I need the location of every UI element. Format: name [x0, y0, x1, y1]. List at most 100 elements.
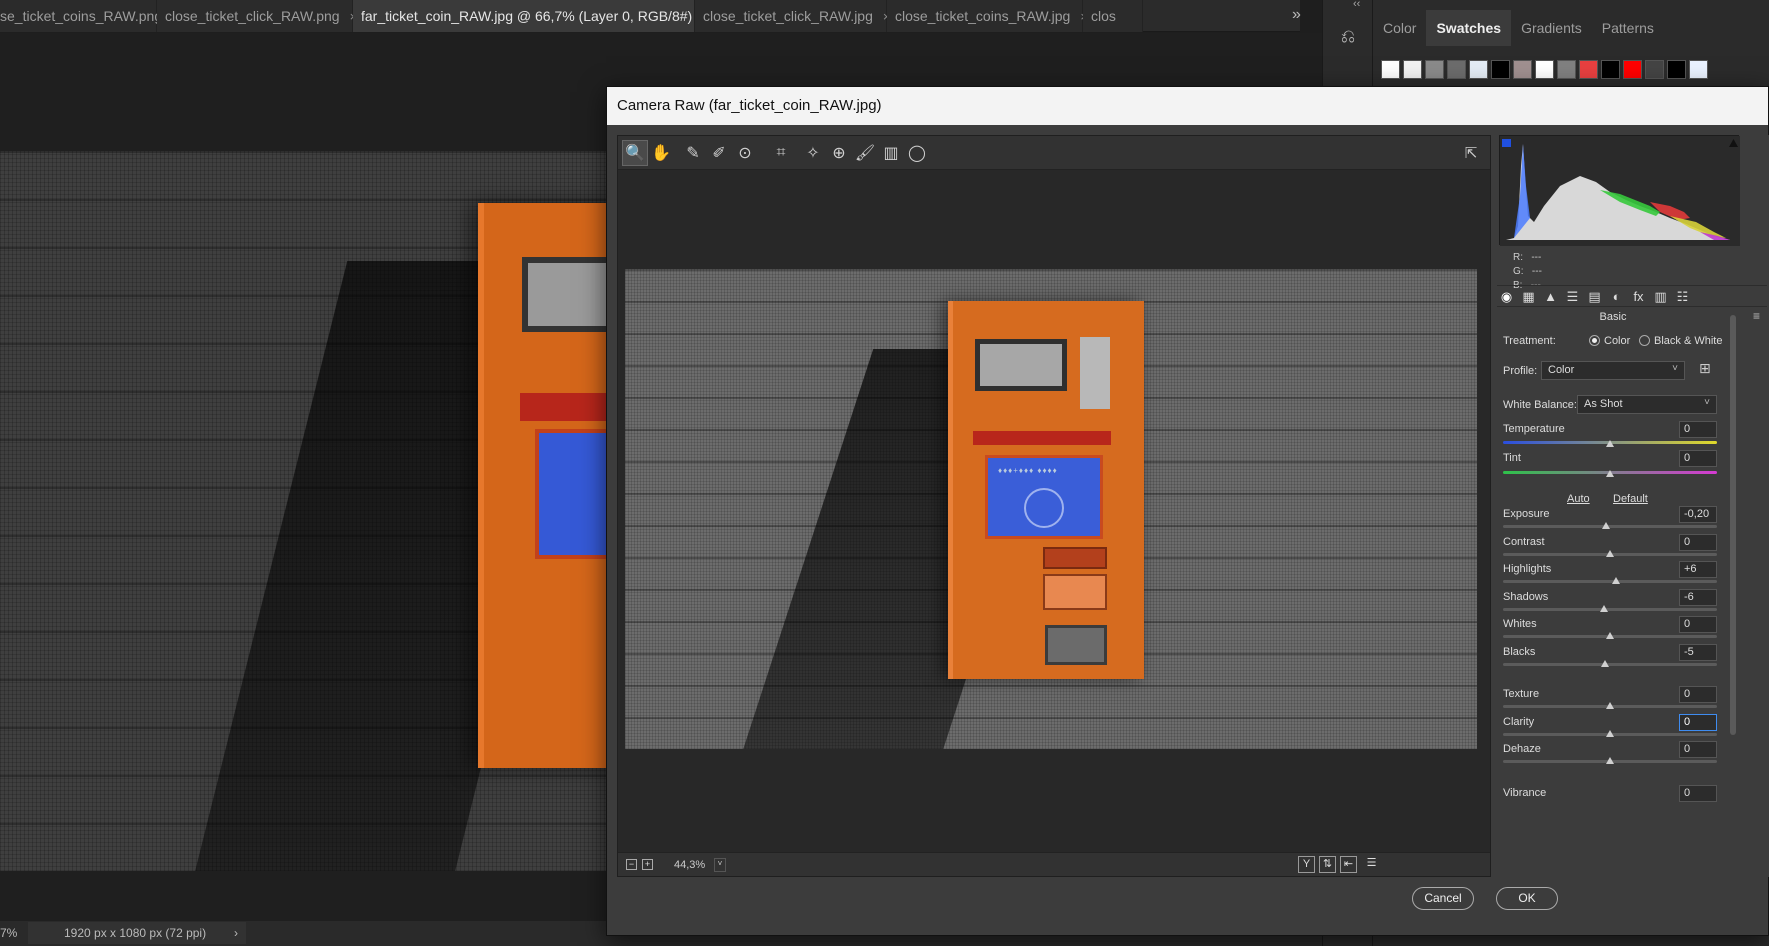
zoom-level[interactable]: 44,3%	[674, 859, 705, 871]
shadows-slider[interactable]	[1503, 607, 1717, 611]
copy-settings-button[interactable]: ⇤	[1340, 856, 1357, 873]
targeted-adjustment-tool-icon[interactable]: ⊙	[732, 140, 758, 166]
effects-panel-icon[interactable]: fx	[1629, 289, 1648, 306]
chevron-right-icon[interactable]: ›	[234, 926, 238, 940]
color-swatch[interactable]	[1513, 60, 1532, 79]
cancel-button[interactable]: Cancel	[1412, 887, 1474, 910]
ok-button[interactable]: OK	[1496, 887, 1558, 910]
radial-filter-tool-icon[interactable]: ◯	[904, 140, 930, 166]
color-swatch[interactable]	[1469, 60, 1488, 79]
panel-tab-gradients[interactable]: Gradients	[1511, 10, 1592, 46]
blacks-slider-thumb[interactable]	[1600, 659, 1609, 667]
color-swatch[interactable]	[1491, 60, 1510, 79]
adjustment-brush-tool-icon[interactable]: 🖌	[852, 140, 878, 166]
hand-tool-icon[interactable]: ✋	[648, 140, 674, 166]
color-swatch[interactable]	[1535, 60, 1554, 79]
spot-removal-tool-icon[interactable]: ✧	[800, 140, 826, 166]
texture-slider-thumb[interactable]	[1606, 702, 1614, 709]
treatment-color-radio[interactable]: Color	[1589, 335, 1630, 347]
red-eye-tool-icon[interactable]: ⊕	[826, 140, 852, 166]
clarity-value[interactable]: 0	[1679, 713, 1717, 731]
color-swatch[interactable]	[1645, 60, 1664, 79]
preview-image[interactable]: ♦♦♦+♦♦♦ ♦♦♦♦	[625, 269, 1477, 749]
color-swatch[interactable]	[1623, 60, 1642, 79]
calibration-panel-icon[interactable]: ▥	[1651, 289, 1670, 306]
zoom-tool-icon[interactable]: 🔍	[622, 140, 648, 166]
before-after-toggle-button[interactable]: Y	[1298, 856, 1315, 873]
highlights-value[interactable]: +6	[1679, 561, 1717, 578]
exposure-value[interactable]: -0,20	[1679, 506, 1717, 523]
collapse-panels-icon[interactable]: ‹‹	[1353, 0, 1360, 10]
contrast-slider-thumb[interactable]	[1606, 549, 1614, 557]
exposure-slider-thumb[interactable]	[1601, 522, 1610, 529]
whites-slider-thumb[interactable]	[1606, 632, 1614, 639]
presets-panel-icon[interactable]: ☷	[1673, 289, 1692, 306]
document-tab[interactable]: far_ticket_coin_RAW.jpg @ 66,7% (Layer 0…	[353, 0, 719, 32]
blacks-value[interactable]: -5	[1679, 643, 1717, 661]
more-tabs-icon[interactable]: »	[1292, 6, 1301, 24]
color-swatch[interactable]	[1381, 60, 1400, 79]
exposure-slider[interactable]	[1503, 525, 1717, 528]
default-link[interactable]: Default	[1613, 493, 1648, 505]
profile-browser-icon[interactable]: ⊞	[1699, 361, 1717, 377]
open-preferences-icon[interactable]: ⇱	[1458, 140, 1484, 166]
color-swatch[interactable]	[1557, 60, 1576, 79]
contrast-value[interactable]: 0	[1679, 533, 1717, 551]
temperature-slider-thumb[interactable]	[1606, 440, 1614, 447]
white-balance-select[interactable]: As Shot ˅	[1577, 395, 1717, 414]
tint-slider-thumb[interactable]	[1606, 470, 1614, 477]
panel-scrollbar-thumb[interactable]	[1730, 315, 1736, 735]
color-swatch[interactable]	[1447, 60, 1466, 79]
panel-menu-icon[interactable]: ≡	[1753, 309, 1760, 323]
panel-tab-swatches[interactable]: Swatches	[1426, 10, 1512, 46]
status-doc-info[interactable]: 1920 px x 1080 px (72 ppi) ›	[28, 922, 246, 944]
temperature-value[interactable]: 0	[1679, 421, 1717, 438]
treatment-bw-radio[interactable]: Black & White	[1639, 335, 1722, 347]
color-swatch[interactable]	[1689, 60, 1708, 79]
auto-link[interactable]: Auto	[1567, 493, 1590, 505]
hsl-panel-icon[interactable]: ☰	[1563, 289, 1582, 306]
blacks-slider[interactable]	[1503, 662, 1717, 666]
preview-settings-icon[interactable]: ☰	[1363, 856, 1380, 873]
color-sampler-tool-icon[interactable]: ✐	[706, 140, 732, 166]
document-tab[interactable]: close_ticket_coins_RAW.jpg×	[887, 0, 1088, 32]
color-swatch[interactable]	[1425, 60, 1444, 79]
shadows-slider-thumb[interactable]	[1599, 604, 1608, 612]
status-zoom[interactable]: 7%	[0, 926, 20, 940]
zoom-out-button[interactable]: −	[626, 859, 637, 870]
color-swatch[interactable]	[1579, 60, 1598, 79]
tint-value[interactable]: 0	[1679, 450, 1717, 467]
split-toning-panel-icon[interactable]: ▤	[1585, 289, 1604, 306]
shadow-clipping-indicator[interactable]	[1502, 139, 1511, 147]
vibrance-value[interactable]: 0	[1679, 785, 1717, 802]
detail-panel-icon[interactable]: ▲	[1541, 289, 1560, 306]
whites-value[interactable]: 0	[1679, 616, 1717, 633]
history-panel-icon[interactable]: ⎌	[1333, 26, 1363, 56]
swap-settings-button[interactable]: ⇅	[1319, 856, 1336, 873]
dehaze-slider-thumb[interactable]	[1606, 757, 1614, 764]
profile-select[interactable]: Color ˅	[1541, 361, 1685, 380]
panel-tab-patterns[interactable]: Patterns	[1592, 10, 1664, 46]
highlights-slider-thumb[interactable]	[1612, 577, 1621, 584]
texture-value[interactable]: 0	[1679, 686, 1717, 703]
clarity-slider-thumb[interactable]	[1606, 729, 1614, 737]
zoom-dropdown-icon[interactable]: ˅	[714, 858, 726, 872]
zoom-in-button[interactable]: +	[642, 859, 653, 870]
document-tab[interactable]: clos	[1083, 0, 1143, 32]
crop-tool-icon[interactable]: ⌗	[768, 140, 794, 166]
color-swatch[interactable]	[1601, 60, 1620, 79]
dehaze-value[interactable]: 0	[1679, 741, 1717, 758]
graduated-filter-tool-icon[interactable]: ▥	[878, 140, 904, 166]
document-tab[interactable]: close_ticket_click_RAW.jpg×	[695, 0, 890, 32]
color-swatch[interactable]	[1403, 60, 1422, 79]
panel-tab-color[interactable]: Color	[1373, 10, 1426, 46]
tone-curve-panel-icon[interactable]: ▦	[1519, 289, 1538, 306]
document-tab[interactable]: close_ticket_click_RAW.png×	[157, 0, 357, 32]
document-tab[interactable]: se_ticket_coins_RAW.png×	[0, 0, 180, 32]
white-balance-tool-icon[interactable]: ✎	[680, 140, 706, 166]
lens-corrections-panel-icon[interactable]: ◐	[1607, 289, 1626, 306]
color-swatch[interactable]	[1667, 60, 1686, 79]
shadows-value[interactable]: -6	[1679, 588, 1717, 606]
panel-scrollbar[interactable]	[1729, 315, 1737, 875]
basic-panel-icon[interactable]: ◉	[1497, 289, 1516, 306]
